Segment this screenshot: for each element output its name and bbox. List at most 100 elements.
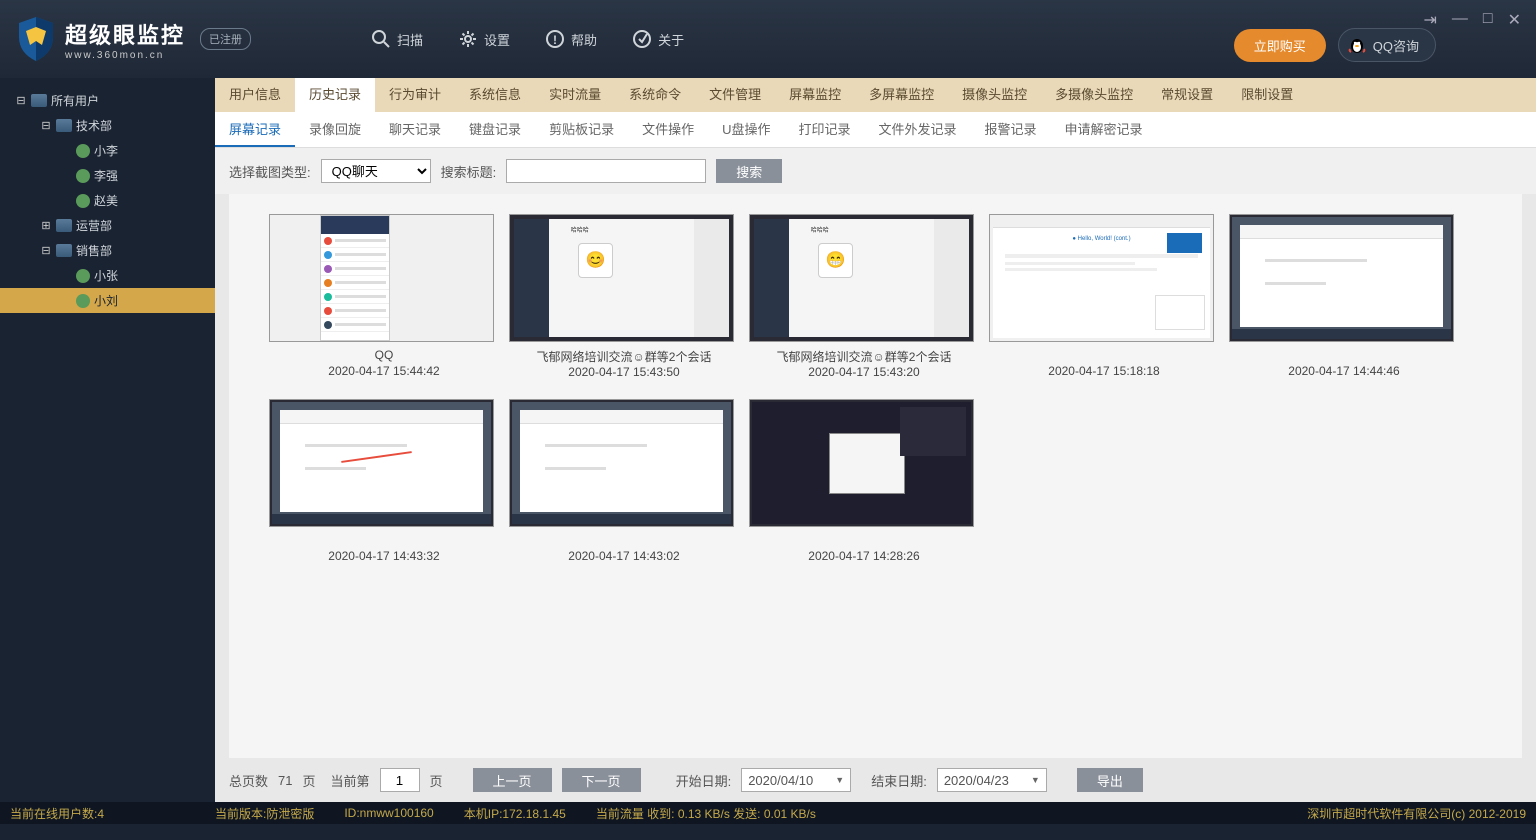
qq-consult-button[interactable]: QQ咨询 (1338, 28, 1436, 62)
screenshot-thumbnail[interactable]: 😁哈哈哈飞郁网络培训交流☺群等2个会话2020-04-17 15:43:20 (749, 214, 979, 379)
primary-tab[interactable]: 屏幕监控 (775, 78, 855, 112)
buy-now-button[interactable]: 立即购买 (1234, 29, 1326, 62)
secondary-tab[interactable]: 文件外发记录 (865, 112, 971, 147)
secondary-tab[interactable]: 报警记录 (971, 112, 1051, 147)
about-button[interactable]: 关于 (632, 29, 684, 49)
secondary-tab[interactable]: 文件操作 (628, 112, 708, 147)
user-tree-node[interactable]: 小刘 (0, 288, 215, 313)
window-controls: ⇥ — □ ✕ (1424, 10, 1521, 30)
primary-tab[interactable]: 历史记录 (295, 78, 375, 112)
thumbnail-title (509, 533, 739, 549)
group-tree-node[interactable]: ⊟销售部 (0, 238, 215, 263)
online-count: 当前在线用户数:4 (10, 805, 215, 822)
app-subtitle: www.360mon.cn (65, 50, 185, 61)
help-button[interactable]: ! 帮助 (545, 29, 597, 49)
ip-info: 本机IP:172.18.1.45 (464, 805, 566, 822)
user-tree: ⊟所有用户⊟技术部小李李强赵美⊞运营部⊟销售部小张小刘 (0, 78, 215, 802)
minimize-icon[interactable]: — (1452, 10, 1468, 30)
logo: 超级眼监控 www.360mon.cn 已注册 (15, 15, 251, 63)
logout-icon[interactable]: ⇥ (1424, 10, 1437, 30)
help-icon: ! (545, 29, 565, 49)
primary-tab[interactable]: 限制设置 (1227, 78, 1307, 112)
user-tree-node[interactable]: 小李 (0, 138, 215, 163)
group-tree-node[interactable]: ⊞运营部 (0, 213, 215, 238)
primary-tab[interactable]: 系统命令 (615, 78, 695, 112)
end-date-input[interactable]: 2020/04/23▼ (937, 768, 1047, 792)
export-button[interactable]: 导出 (1077, 768, 1143, 792)
monitor-icon (56, 219, 72, 232)
primary-tab[interactable]: 摄像头监控 (948, 78, 1041, 112)
primary-tab[interactable]: 文件管理 (695, 78, 775, 112)
title-label: 搜索标题: (441, 162, 497, 181)
app-title: 超级眼监控 (65, 18, 185, 50)
group-tree-node[interactable]: ⊟所有用户 (0, 88, 215, 113)
secondary-tab[interactable]: 录像回旋 (295, 112, 375, 147)
current-page-input[interactable] (380, 768, 420, 792)
monitor-icon (31, 94, 47, 107)
screenshot-thumbnail[interactable]: QQ2020-04-17 15:44:42 (269, 214, 499, 379)
thumbnail-timestamp: 2020-04-17 14:28:26 (749, 549, 979, 563)
secondary-tab[interactable]: 键盘记录 (455, 112, 535, 147)
secondary-tab[interactable]: 剪贴板记录 (535, 112, 628, 147)
search-title-input[interactable] (506, 159, 706, 183)
user-icon (76, 169, 90, 183)
screenshot-thumbnail[interactable]: ● Hello, World! (cont.)2020-04-17 15:18:… (989, 214, 1219, 379)
primary-tab[interactable]: 行为审计 (375, 78, 455, 112)
thumbnail-timestamp: 2020-04-17 14:43:02 (509, 549, 739, 563)
start-date-input[interactable]: 2020/04/10▼ (741, 768, 851, 792)
thumbnail-title (749, 533, 979, 549)
id-info: ID:nmww100160 (344, 806, 433, 820)
user-icon (76, 269, 90, 283)
type-select[interactable]: QQ聊天 (321, 159, 431, 183)
pagination-bar: 总页数 71 页 当前第 页 上一页 下一页 开始日期: 2020/04/10▼… (215, 758, 1536, 802)
copyright: 深圳市超时代软件有限公司(c) 2012-2019 (1307, 805, 1526, 822)
group-tree-node[interactable]: ⊟技术部 (0, 113, 215, 138)
thumbnail-timestamp: 2020-04-17 15:43:20 (749, 365, 979, 379)
maximize-icon[interactable]: □ (1483, 10, 1493, 30)
type-label: 选择截图类型: (229, 162, 311, 181)
user-icon (76, 144, 90, 158)
qq-penguin-icon (1347, 35, 1367, 55)
next-page-button[interactable]: 下一页 (562, 768, 641, 792)
chevron-down-icon: ▼ (835, 775, 844, 785)
thumbnail-title (269, 533, 499, 549)
traffic-info: 当前流量 收到: 0.13 KB/s 发送: 0.01 KB/s (596, 805, 816, 822)
thumbnail-timestamp: 2020-04-17 15:44:42 (269, 364, 499, 378)
shield-icon (15, 15, 57, 63)
settings-button[interactable]: 设置 (458, 29, 510, 49)
primary-tab[interactable]: 系统信息 (455, 78, 535, 112)
about-icon (632, 29, 652, 49)
screenshot-thumbnail[interactable]: 2020-04-17 14:28:26 (749, 399, 979, 563)
primary-tab[interactable]: 多屏幕监控 (855, 78, 948, 112)
thumbnail-title (989, 348, 1219, 364)
search-button[interactable]: 搜索 (716, 159, 782, 183)
prev-page-button[interactable]: 上一页 (473, 768, 552, 792)
thumbnail-title: 飞郁网络培训交流☺群等2个会话 (749, 348, 979, 365)
search-icon (371, 29, 391, 49)
screenshot-gallery: QQ2020-04-17 15:44:42😊哈哈哈飞郁网络培训交流☺群等2个会话… (229, 194, 1522, 758)
screenshot-thumbnail[interactable]: 2020-04-17 14:43:02 (509, 399, 739, 563)
user-tree-node[interactable]: 赵美 (0, 188, 215, 213)
screenshot-thumbnail[interactable]: 😊哈哈哈飞郁网络培训交流☺群等2个会话2020-04-17 15:43:50 (509, 214, 739, 379)
user-tree-node[interactable]: 小张 (0, 263, 215, 288)
primary-tab[interactable]: 常规设置 (1147, 78, 1227, 112)
secondary-tab[interactable]: 打印记录 (784, 112, 864, 147)
thumbnail-title: QQ (269, 348, 499, 364)
secondary-tab[interactable]: U盘操作 (708, 112, 784, 147)
scan-button[interactable]: 扫描 (371, 29, 423, 49)
thumbnail-timestamp: 2020-04-17 15:43:50 (509, 365, 739, 379)
filter-bar: 选择截图类型: QQ聊天 搜索标题: 搜索 (215, 148, 1536, 194)
primary-tab[interactable]: 实时流量 (535, 78, 615, 112)
secondary-tab[interactable]: 聊天记录 (375, 112, 455, 147)
user-tree-node[interactable]: 李强 (0, 163, 215, 188)
secondary-tab[interactable]: 屏幕记录 (215, 112, 295, 147)
primary-tab[interactable]: 用户信息 (215, 78, 295, 112)
version-info: 当前版本:防泄密版 (215, 805, 314, 822)
thumbnail-title: 飞郁网络培训交流☺群等2个会话 (509, 348, 739, 365)
primary-tab[interactable]: 多摄像头监控 (1041, 78, 1147, 112)
thumbnail-timestamp: 2020-04-17 15:18:18 (989, 364, 1219, 378)
screenshot-thumbnail[interactable]: 2020-04-17 14:43:32 (269, 399, 499, 563)
secondary-tab[interactable]: 申请解密记录 (1051, 112, 1157, 147)
screenshot-thumbnail[interactable]: 2020-04-17 14:44:46 (1229, 214, 1459, 379)
close-icon[interactable]: ✕ (1508, 10, 1521, 30)
